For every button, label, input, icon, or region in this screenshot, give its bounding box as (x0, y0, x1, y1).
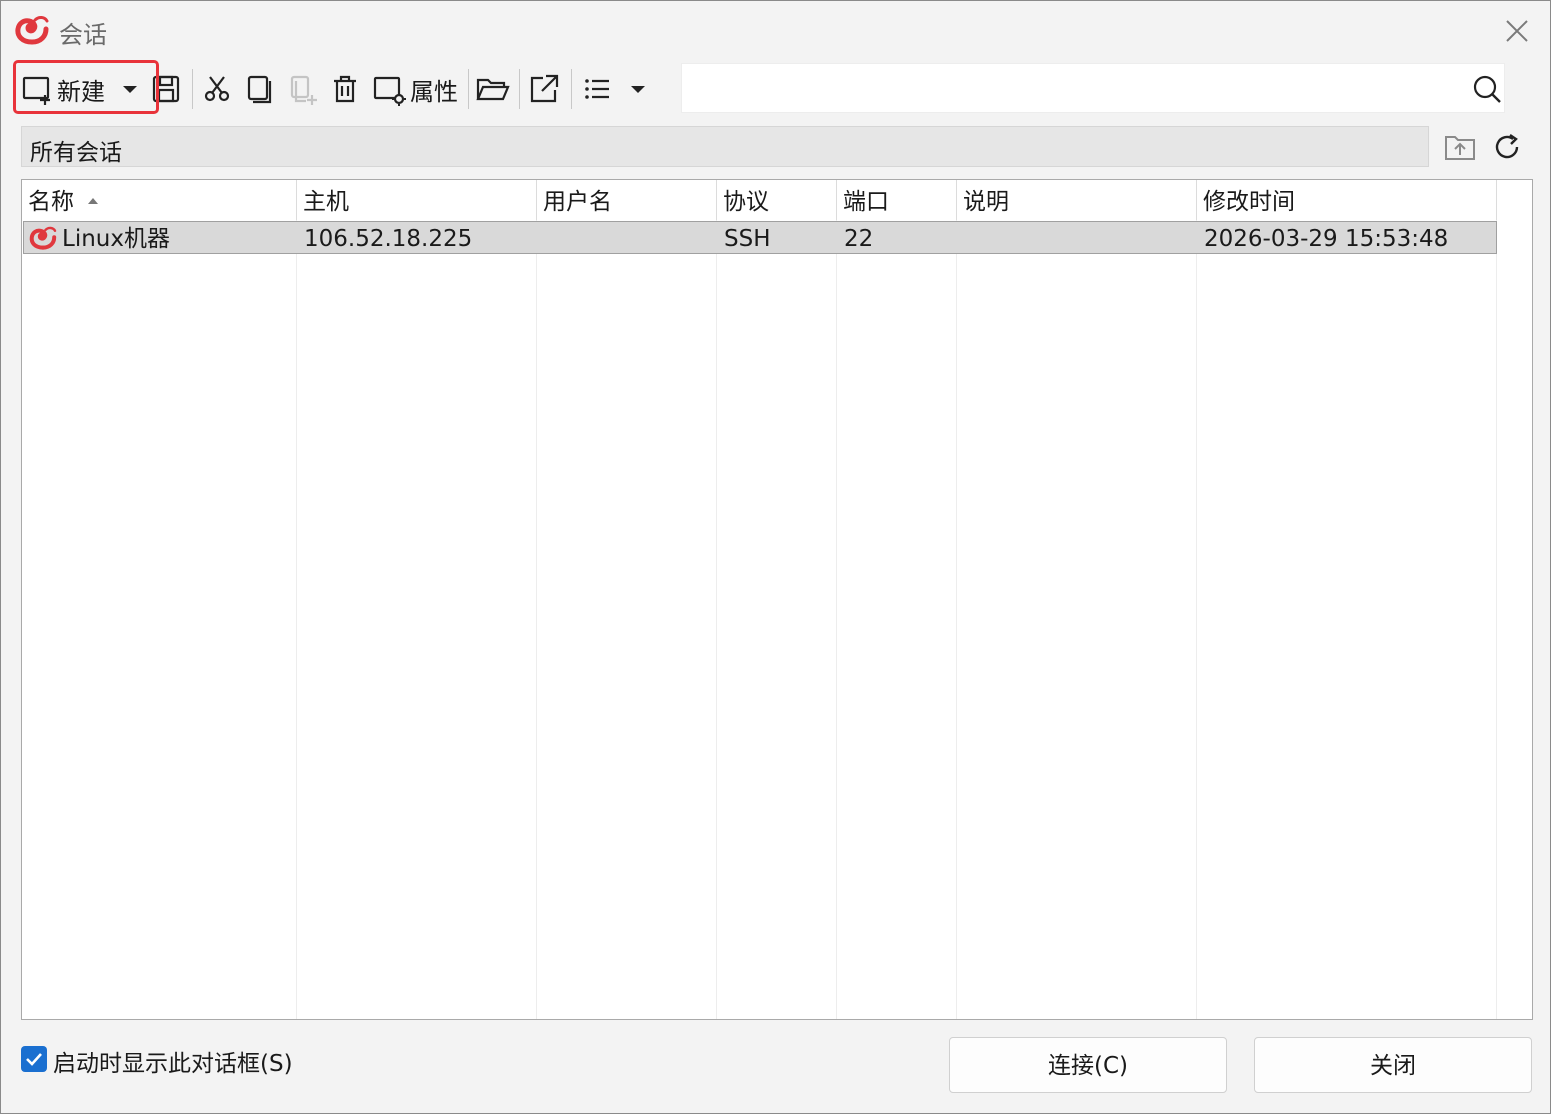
column-gridline (536, 180, 537, 1019)
trash-icon (334, 75, 356, 103)
folder-open-icon (476, 78, 510, 101)
column-gridline (1196, 180, 1197, 1019)
scissors-icon (204, 76, 230, 102)
column-header-label: 名称 (28, 189, 74, 215)
show-on-startup-label[interactable]: 启动时显示此对话框(S) (53, 1044, 293, 1078)
column-header-description[interactable]: 说明 (957, 180, 1197, 221)
export-button[interactable] (527, 69, 561, 109)
path-label: 所有会话 (30, 140, 122, 166)
properties-button[interactable]: 属性 (372, 69, 458, 109)
table-header: 名称 主机 用户名 协议 端口 说明 修改时间 (22, 180, 1498, 221)
close-button[interactable]: 关闭 (1254, 1037, 1532, 1093)
column-gridline (956, 180, 957, 1019)
toolbar-separator (468, 69, 469, 109)
new-session-button[interactable]: 新建 (21, 69, 105, 109)
title-bar: 会话 (1, 1, 1550, 59)
column-header-label: 端口 (843, 189, 889, 215)
column-header-host[interactable]: 主机 (297, 180, 537, 221)
column-header-label: 协议 (723, 189, 769, 215)
refresh-icon[interactable] (1491, 131, 1523, 163)
paste-icon (290, 75, 317, 105)
column-header-label: 修改时间 (1203, 189, 1295, 215)
properties-label: 属性 (410, 77, 458, 106)
list-icon (585, 79, 609, 99)
save-button[interactable] (149, 69, 183, 109)
cell-port: 22 (844, 226, 874, 252)
new-session-label: 新建 (57, 77, 105, 106)
session-table: 名称 主机 用户名 协议 端口 说明 修改时间 Linux机器 106.52.1… (21, 179, 1533, 1020)
cut-button[interactable] (200, 69, 234, 109)
column-header-protocol[interactable]: 协议 (717, 180, 837, 221)
checkmark-icon (26, 1053, 42, 1066)
column-gridline (836, 180, 837, 1019)
window-title: 会话 (59, 21, 107, 49)
save-icon (152, 75, 180, 103)
xshell-logo-icon (15, 16, 49, 45)
chevron-down-icon (631, 86, 645, 93)
column-header-modified[interactable]: 修改时间 (1197, 180, 1497, 221)
paste-button[interactable] (286, 69, 320, 109)
copy-button[interactable] (242, 69, 276, 109)
open-folder-button[interactable] (475, 69, 511, 109)
view-dropdown[interactable] (627, 69, 649, 109)
copy-icon (247, 75, 272, 104)
sort-ascending-icon (88, 198, 98, 204)
connect-button[interactable]: 连接(C) (949, 1037, 1227, 1093)
view-list-button[interactable] (581, 69, 615, 109)
header-divider (1496, 180, 1497, 220)
new-session-dropdown[interactable] (119, 69, 141, 109)
column-header-name[interactable]: 名称 (22, 180, 296, 221)
delete-button[interactable] (328, 69, 362, 109)
cell-host: 106.52.18.225 (304, 226, 473, 252)
column-header-label: 说明 (963, 189, 1009, 215)
sessions-dialog: 会话 新建 属性 所有会话 名称 主机 用户名 协议 端口 说明 修改时间 Li… (0, 0, 1551, 1114)
search-icon[interactable] (1472, 74, 1502, 104)
close-window-icon[interactable] (1501, 15, 1533, 47)
column-header-port[interactable]: 端口 (837, 180, 957, 221)
search-box[interactable] (681, 63, 1505, 113)
properties-gear-icon (373, 76, 406, 106)
cell-modified: 2026-03-29 15:53:48 (1204, 226, 1449, 252)
column-header-username[interactable]: 用户名 (537, 180, 717, 221)
cell-protocol: SSH (724, 226, 771, 252)
path-bar: 所有会话 (21, 126, 1429, 167)
column-gridline (1496, 180, 1497, 1019)
table-row[interactable]: Linux机器 106.52.18.225 SSH 22 2026-03-29 … (23, 221, 1497, 254)
column-header-label: 主机 (303, 189, 349, 215)
new-session-icon (22, 76, 50, 105)
xshell-session-icon (29, 226, 57, 250)
column-header-label: 用户名 (543, 189, 612, 215)
column-gridline (296, 180, 297, 1019)
show-on-startup-checkbox[interactable] (21, 1046, 47, 1072)
chevron-down-icon (123, 86, 137, 93)
toolbar-separator (519, 69, 520, 109)
toolbar-separator (192, 69, 193, 109)
toolbar-separator (571, 69, 572, 109)
folder-up-icon[interactable] (1443, 132, 1477, 162)
column-gridline (716, 180, 717, 1019)
search-input[interactable] (692, 72, 1456, 106)
external-link-icon (530, 74, 559, 103)
cell-name: Linux机器 (62, 226, 170, 252)
